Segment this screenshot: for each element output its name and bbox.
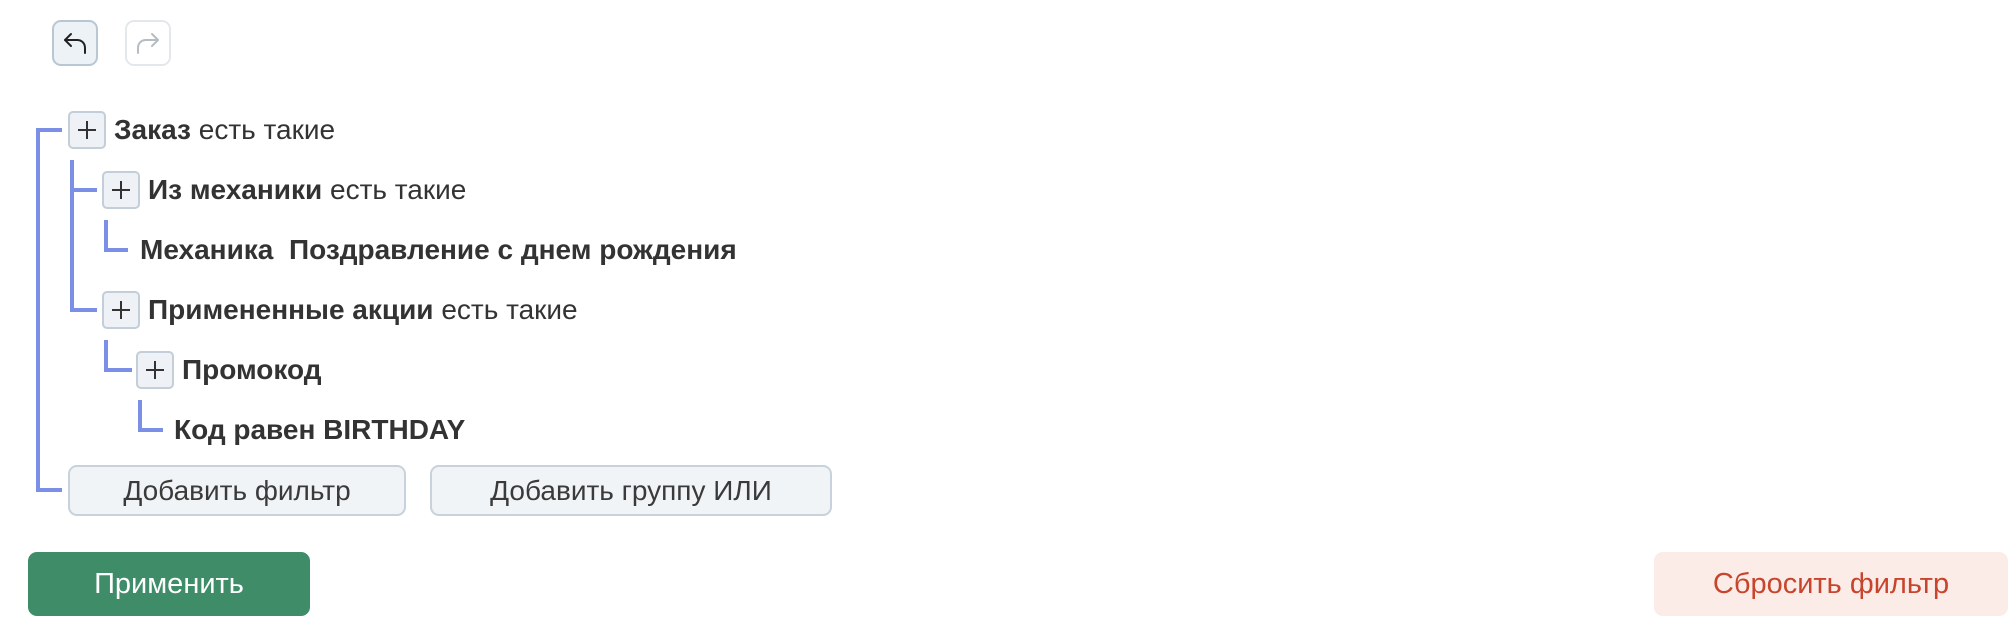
tree-line-root-vertical — [36, 128, 40, 492]
reset-filter-button[interactable]: Сбросить фильтр — [1654, 552, 2008, 616]
tree-line-promocode-branch — [104, 368, 132, 372]
filter-name: Из механики — [148, 174, 323, 205]
filter-row-mechanics: Из механики есть такие — [148, 171, 466, 209]
filter-row-promocode: Промокод — [182, 351, 322, 389]
filter-condition: есть такие — [198, 114, 336, 145]
expand-promotions-button[interactable] — [102, 291, 140, 329]
filter-row-code-rule: Код равен BIRTHDAY — [174, 411, 465, 449]
plus-icon — [146, 361, 164, 379]
tree-line-root-bottom — [36, 488, 62, 492]
filter-value: Поздравление с днем рождения — [288, 234, 737, 265]
tree-line-root-top — [36, 128, 62, 132]
tree-line-code-leaf — [138, 428, 163, 432]
filter-row-promotions: Примененные акции есть такие — [148, 291, 578, 329]
expand-order-button[interactable] — [68, 111, 106, 149]
plus-icon — [112, 301, 130, 319]
plus-icon — [78, 121, 96, 139]
plus-icon — [112, 181, 130, 199]
undo-arrow-icon — [64, 33, 86, 54]
filter-condition: есть такие — [441, 294, 578, 325]
tree-line-mechanics-branch — [70, 188, 97, 192]
tree-line-mechanic-leaf — [104, 248, 128, 252]
redo-button[interactable] — [125, 20, 171, 66]
undo-button[interactable] — [52, 20, 98, 66]
filter-rule-text: Код равен BIRTHDAY — [174, 414, 466, 445]
filter-name: Заказ — [114, 114, 191, 145]
redo-arrow-icon — [137, 33, 159, 54]
filter-condition: есть такие — [330, 174, 467, 205]
tree-line-promotions-branch — [70, 308, 97, 312]
add-filter-button[interactable]: Добавить фильтр — [68, 465, 406, 516]
expand-mechanics-button[interactable] — [102, 171, 140, 209]
expand-promocode-button[interactable] — [136, 351, 174, 389]
add-or-group-button[interactable]: Добавить группу ИЛИ — [430, 465, 832, 516]
filter-row-order: Заказ есть такие — [114, 111, 335, 149]
filter-name: Примененные акции — [148, 294, 434, 325]
filter-name: Промокод — [182, 354, 322, 385]
filter-row-mechanic-value: Механика Поздравление с днем рождения — [140, 231, 737, 269]
tree-line-order-vertical — [70, 160, 74, 312]
filter-name: Механика — [140, 234, 274, 265]
apply-button[interactable]: Применить — [28, 552, 310, 616]
